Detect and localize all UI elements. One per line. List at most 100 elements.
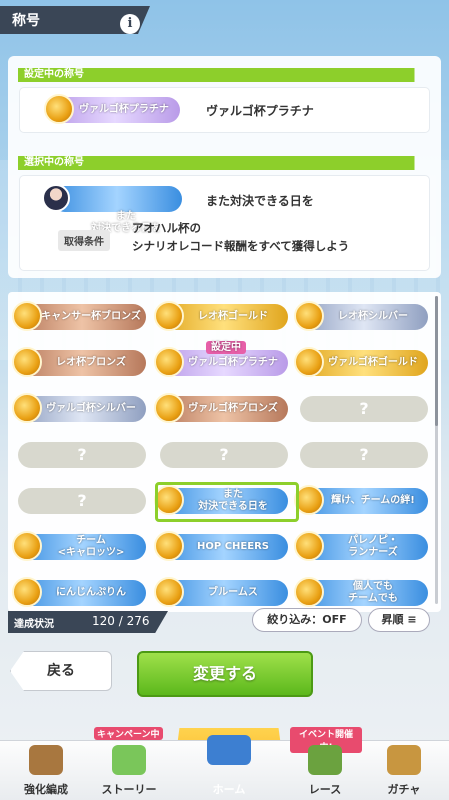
title-grid: キャンサー杯ブロンズ レオ杯ゴールド レオ杯シルバーレオ杯ブロンズ ヴァルゴ杯プラチナ… bbox=[8, 292, 441, 612]
medal-icon bbox=[154, 347, 184, 377]
medal-icon bbox=[154, 301, 184, 331]
title-badge[interactable]: にんじんぷりん bbox=[12, 577, 146, 607]
title-badge-label: パレノピ・ ランナーズ bbox=[348, 535, 398, 558]
horse-girl-icon bbox=[29, 745, 63, 775]
title-badge-label: ? bbox=[359, 399, 369, 418]
current-section-label: 設定中の称号 bbox=[24, 69, 84, 80]
nav-home-label: ホーム bbox=[212, 783, 246, 796]
equipped-tag: 設定中 bbox=[206, 341, 246, 354]
selected-section-label: 選択中の称号 bbox=[24, 157, 84, 168]
nav-home[interactable]: ホーム bbox=[172, 735, 286, 800]
status-label: 達成状況 bbox=[14, 619, 54, 630]
info-icon[interactable]: i bbox=[120, 14, 140, 34]
page-header: 称号 i bbox=[0, 6, 150, 34]
current-title-card: ヴァルゴ杯プラチナ ヴァルゴ杯プラチナ bbox=[20, 88, 429, 132]
nav-race-label: レース bbox=[308, 783, 342, 796]
title-badge[interactable]: ヴァルゴ杯ゴールド bbox=[294, 347, 428, 377]
selected-title-badge: また 対決できる日を bbox=[42, 184, 182, 234]
title-badge[interactable]: レオ杯ブロンズ bbox=[12, 347, 146, 377]
title-badge-label: 個人でも チームでも bbox=[348, 581, 398, 604]
medal-icon bbox=[294, 301, 324, 331]
medal-icon bbox=[294, 577, 324, 607]
book-icon bbox=[112, 745, 146, 775]
title-badge-label: にんじんぷりん bbox=[56, 587, 126, 598]
medal-icon bbox=[12, 347, 42, 377]
title-badge-label: ヴァルゴ杯ブロンズ bbox=[188, 403, 278, 414]
title-badge-label: ヴァルゴ杯プラチナ bbox=[188, 357, 278, 368]
title-badge[interactable]: ヴァルゴ杯プラチナ 設定中 bbox=[154, 341, 288, 377]
scroll-thumb[interactable] bbox=[435, 296, 438, 426]
title-badge[interactable]: レオ杯ゴールド bbox=[154, 301, 288, 331]
title-badge[interactable]: キャンサー杯ブロンズ bbox=[12, 301, 146, 331]
title-badge[interactable]: 個人でも チームでも bbox=[294, 577, 428, 607]
medal-icon bbox=[154, 531, 184, 561]
current-title-name: ヴァルゴ杯プラチナ bbox=[206, 104, 314, 118]
selected-title-name: また対決できる日を bbox=[206, 194, 314, 208]
race-flag-icon bbox=[308, 745, 342, 775]
title-badge[interactable]: チーム <キャロッツ> bbox=[12, 531, 146, 561]
nav-story-label: ストーリー bbox=[101, 783, 157, 796]
status-value: 120 / 276 bbox=[92, 614, 150, 628]
locked-title-slot[interactable]: ? bbox=[18, 488, 146, 514]
condition-line-1: アオハル杯の bbox=[132, 221, 201, 235]
current-badge-label: ヴァルゴ杯プラチナ bbox=[79, 104, 169, 115]
title-badge[interactable]: レオ杯シルバー bbox=[294, 301, 428, 331]
title-badge-label: レオ杯シルバー bbox=[338, 311, 408, 322]
title-badge-label: ? bbox=[359, 445, 369, 464]
sort-label: 昇順 bbox=[381, 613, 404, 626]
nav-enhance[interactable]: 強化編成 bbox=[4, 741, 88, 800]
title-badge-label: ? bbox=[77, 445, 87, 464]
character-avatar bbox=[42, 184, 70, 212]
title-detail-panel: 設定中の称号 ヴァルゴ杯プラチナ ヴァルゴ杯プラチナ 選択中の称号 また 対決で… bbox=[8, 56, 441, 278]
locked-title-slot[interactable]: ? bbox=[160, 442, 288, 468]
nav-enhance-label: 強化編成 bbox=[24, 783, 68, 796]
title-badge-label: ブルームス bbox=[208, 587, 258, 598]
medal-icon bbox=[12, 301, 42, 331]
scrollbar[interactable] bbox=[435, 296, 438, 604]
bottom-nav: 強化編成 キャンペーン中 ストーリー ホーム イベント開催中! レース ガチャ bbox=[0, 727, 449, 800]
selection-frame bbox=[155, 482, 299, 522]
medal-icon bbox=[12, 393, 42, 423]
campaign-badge: キャンペーン中 bbox=[94, 727, 163, 740]
gacha-icon bbox=[387, 745, 421, 775]
title-badge-label: ヴァルゴ杯ゴールド bbox=[328, 357, 418, 368]
sort-button[interactable]: 昇順 ≡ bbox=[368, 608, 430, 632]
selected-title-card: また 対決できる日を また対決できる日を 取得条件 アオハル杯の シナリオレコー… bbox=[20, 176, 429, 270]
filter-button[interactable]: 絞り込み：OFF bbox=[252, 608, 362, 632]
current-title-badge: ヴァルゴ杯プラチナ bbox=[44, 94, 180, 124]
medal-icon bbox=[12, 531, 42, 561]
locked-title-slot[interactable]: ? bbox=[300, 396, 428, 422]
condition-tag: 取得条件 bbox=[58, 230, 110, 251]
nav-race[interactable]: イベント開催中! レース bbox=[288, 727, 362, 800]
nav-gacha[interactable]: ガチャ bbox=[364, 741, 444, 800]
title-badge-label: HOP CHEERS bbox=[197, 541, 269, 552]
nav-story[interactable]: キャンペーン中 ストーリー bbox=[88, 727, 170, 800]
condition-line-2: シナリオレコード報酬をすべて獲得しよう bbox=[132, 239, 350, 253]
title-badge-label: チーム <キャロッツ> bbox=[57, 535, 125, 558]
locked-title-slot[interactable]: ? bbox=[300, 442, 428, 468]
title-badge-label: ? bbox=[77, 491, 87, 510]
page-title: 称号 bbox=[12, 13, 40, 29]
medal-icon bbox=[44, 94, 74, 124]
locked-title-slot[interactable]: ? bbox=[18, 442, 146, 468]
title-badge[interactable]: 輝け、チームの絆! bbox=[294, 485, 428, 515]
title-badge[interactable]: ヴァルゴ杯ブロンズ bbox=[154, 393, 288, 423]
title-badge-label: レオ杯ブロンズ bbox=[56, 357, 126, 368]
sort-lines-icon: ≡ bbox=[407, 613, 417, 626]
change-button[interactable]: 変更する bbox=[137, 651, 313, 697]
back-button[interactable]: 戻る bbox=[10, 651, 112, 691]
title-badge[interactable]: ブルームス bbox=[154, 577, 288, 607]
title-badge-label: ? bbox=[219, 445, 229, 464]
title-badge-label: レオ杯ゴールド bbox=[198, 311, 268, 322]
medal-icon bbox=[294, 347, 324, 377]
medal-icon bbox=[294, 531, 324, 561]
medal-icon bbox=[12, 577, 42, 607]
title-badge-label: ヴァルゴ杯シルバー bbox=[46, 403, 136, 414]
title-badge-label: 輝け、チームの絆! bbox=[331, 495, 415, 506]
title-badge-label: キャンサー杯ブロンズ bbox=[41, 311, 141, 322]
title-badge[interactable]: ヴァルゴ杯シルバー bbox=[12, 393, 146, 423]
title-badge[interactable]: パレノピ・ ランナーズ bbox=[294, 531, 428, 561]
school-building-icon bbox=[207, 735, 251, 765]
title-badge[interactable]: HOP CHEERS bbox=[154, 531, 288, 561]
medal-icon bbox=[154, 393, 184, 423]
